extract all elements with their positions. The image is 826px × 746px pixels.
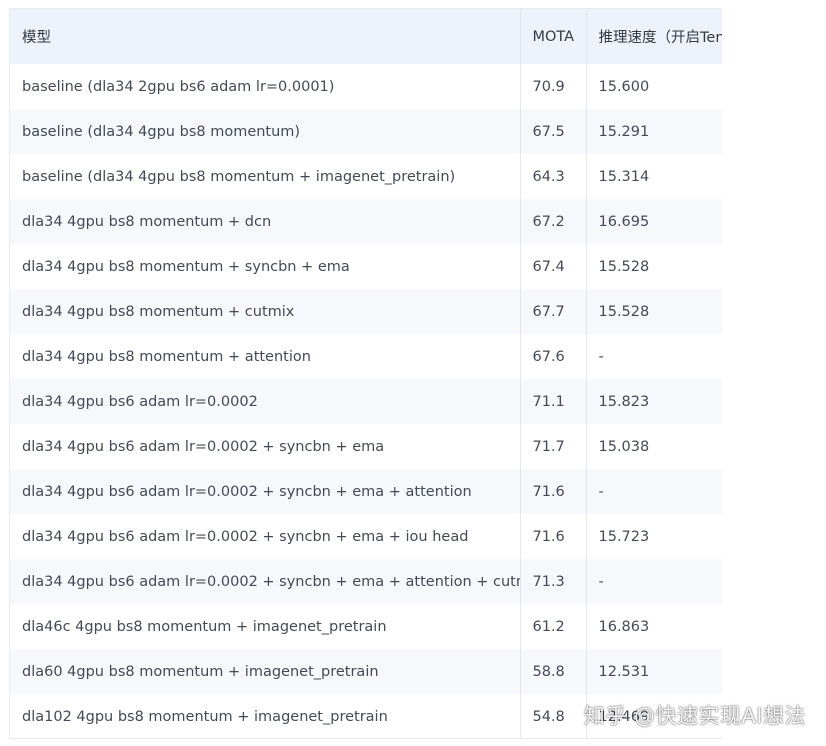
cell-model: dla34 4gpu bs8 momentum + attention	[22, 348, 311, 365]
table-header-row: 模型 MOTA 推理速度（开启TensorRT）	[10, 9, 722, 64]
cell-model: baseline (dla34 2gpu bs6 adam lr=0.0001)	[22, 78, 335, 95]
cell-mota: 61.2	[519, 604, 586, 649]
table-row: dla46c 4gpu bs8 momentum + imagenet_pret…	[10, 604, 722, 649]
cell-model: dla60 4gpu bs8 momentum + imagenet_pretr…	[22, 663, 379, 680]
cell-model: dla34 4gpu bs8 momentum + syncbn + ema	[22, 258, 350, 275]
cell-mota: 67.4	[519, 244, 586, 289]
cell-model: dla34 4gpu bs6 adam lr=0.0002 + syncbn +…	[22, 483, 472, 500]
cell-model: dla34 4gpu bs6 adam lr=0.0002 + syncbn +…	[22, 573, 520, 590]
cell-mota: 71.1	[519, 379, 586, 424]
cell-mota: 58.8	[519, 649, 586, 694]
cell-mota: 71.6	[519, 469, 586, 514]
table-row: dla34 4gpu bs6 adam lr=0.0002 + syncbn +…	[10, 559, 722, 604]
cell-mota: 67.5	[519, 109, 586, 154]
table-row: dla34 4gpu bs8 momentum + attention 67.6…	[10, 334, 722, 379]
cell-model: dla34 4gpu bs6 adam lr=0.0002 + syncbn +…	[22, 528, 469, 545]
watermark: 知乎 @快速实现AI想法	[583, 704, 806, 728]
cell-speed: 15.528	[585, 244, 722, 289]
cell-mota: 67.6	[519, 334, 586, 379]
table-row: dla34 4gpu bs8 momentum + syncbn + ema 6…	[10, 244, 722, 289]
cell-speed: -	[585, 559, 722, 604]
cell-speed: -	[585, 334, 722, 379]
cell-mota: 54.8	[519, 694, 586, 738]
cell-speed: 16.863	[585, 604, 722, 649]
table-row: baseline (dla34 2gpu bs6 adam lr=0.0001)…	[10, 64, 722, 109]
cell-model: dla34 4gpu bs6 adam lr=0.0002	[22, 393, 258, 410]
cell-mota: 67.7	[519, 289, 586, 334]
cell-model: baseline (dla34 4gpu bs8 momentum + imag…	[22, 168, 456, 185]
table-row: dla34 4gpu bs8 momentum + dcn 67.2 16.69…	[10, 199, 722, 244]
cell-model: dla102 4gpu bs8 momentum + imagenet_pret…	[22, 708, 388, 725]
cell-speed: 16.695	[585, 199, 722, 244]
cell-speed: 12.531	[585, 649, 722, 694]
cell-speed: 15.823	[585, 379, 722, 424]
page: 模型 MOTA 推理速度（开启TensorRT） baseline (dla34…	[0, 0, 826, 746]
cell-speed: 15.291	[585, 109, 722, 154]
table-row: dla34 4gpu bs6 adam lr=0.0002 + syncbn +…	[10, 469, 722, 514]
cell-speed: 15.528	[585, 289, 722, 334]
table-row: dla34 4gpu bs6 adam lr=0.0002 + syncbn +…	[10, 424, 722, 469]
cell-model: dla34 4gpu bs8 momentum + dcn	[22, 213, 272, 230]
cell-mota: 71.3	[519, 559, 586, 604]
cell-speed: 15.723	[585, 514, 722, 559]
cell-mota: 70.9	[519, 64, 586, 109]
results-table-container: 模型 MOTA 推理速度（开启TensorRT） baseline (dla34…	[9, 8, 722, 739]
cell-model: dla34 4gpu bs6 adam lr=0.0002 + syncbn +…	[22, 438, 385, 455]
column-header-model: 模型	[22, 30, 51, 46]
cell-mota: 64.3	[519, 154, 586, 199]
cell-speed: 15.600	[585, 64, 722, 109]
cell-speed: 15.314	[585, 154, 722, 199]
results-table: 模型 MOTA 推理速度（开启TensorRT） baseline (dla34…	[10, 9, 722, 738]
table-row: baseline (dla34 4gpu bs8 momentum + imag…	[10, 154, 722, 199]
cell-speed: 15.038	[585, 424, 722, 469]
table-row: dla34 4gpu bs6 adam lr=0.0002 71.1 15.82…	[10, 379, 722, 424]
cell-speed: -	[585, 469, 722, 514]
table-row: dla34 4gpu bs6 adam lr=0.0002 + syncbn +…	[10, 514, 722, 559]
cell-mota: 71.6	[519, 514, 586, 559]
table-row: dla34 4gpu bs8 momentum + cutmix 67.7 15…	[10, 289, 722, 334]
table-row: baseline (dla34 4gpu bs8 momentum) 67.5 …	[10, 109, 722, 154]
cell-model: dla46c 4gpu bs8 momentum + imagenet_pret…	[22, 618, 387, 635]
column-header-mota: MOTA	[519, 9, 586, 64]
cell-mota: 71.7	[519, 424, 586, 469]
cell-model: dla34 4gpu bs8 momentum + cutmix	[22, 303, 295, 320]
cell-model: baseline (dla34 4gpu bs8 momentum)	[22, 123, 301, 140]
cell-mota: 67.2	[519, 199, 586, 244]
table-row: dla60 4gpu bs8 momentum + imagenet_pretr…	[10, 649, 722, 694]
column-header-speed: 推理速度（开启TensorRT）	[585, 9, 722, 64]
